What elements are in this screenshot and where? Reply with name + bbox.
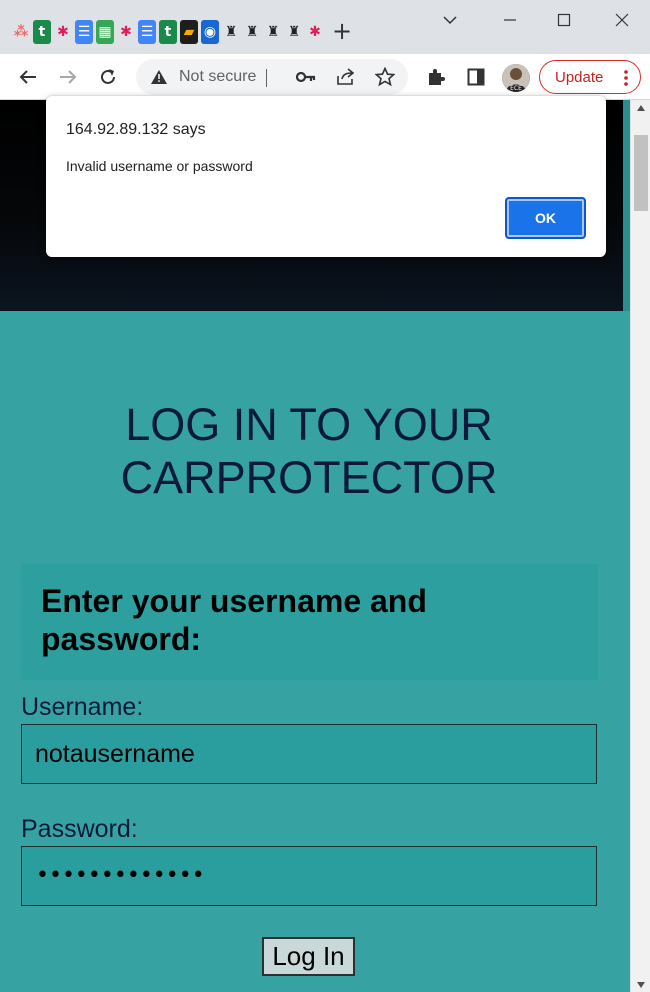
warning-icon <box>151 70 167 84</box>
tab-list: ⁂ t ✱ ☰ ▦ ✱ ☰ t ▰ ◉ ♜ ♜ ♜ ♜ ✱ <box>12 20 324 44</box>
divider <box>266 69 267 87</box>
reload-icon <box>101 69 115 84</box>
stripes-icon[interactable]: ▰ <box>180 20 198 44</box>
page-title: LOG IN TO YOUR CARPROTECTOR <box>0 398 618 504</box>
docs-icon[interactable]: ☰ <box>75 20 93 44</box>
slack-icon[interactable]: ✱ <box>117 20 135 44</box>
asana-icon[interactable]: ⁂ <box>12 20 30 44</box>
password-field[interactable]: ••••••••••••• <box>21 846 597 906</box>
scroll-down-arrow-icon[interactable] <box>637 982 645 988</box>
side-panel-button[interactable] <box>461 62 491 92</box>
svg-text:ECE: ECE <box>510 85 522 92</box>
minimize-button[interactable] <box>490 8 530 32</box>
form-header-text: Enter your username and password: <box>41 583 427 657</box>
maximize-button[interactable] <box>544 8 584 32</box>
reload-button[interactable] <box>93 62 123 92</box>
tab-favicon-icon[interactable]: ♜ <box>243 20 261 44</box>
avatar-icon: ECE <box>502 64 530 92</box>
security-status-text: Not secure <box>179 68 257 85</box>
browser-toolbar: Not secure ECE Update <box>0 54 650 100</box>
puzzle-icon <box>429 69 445 85</box>
address-bar[interactable]: Not secure <box>136 59 408 95</box>
key-icon[interactable] <box>296 69 316 85</box>
dialog-message: Invalid username or password <box>66 158 253 174</box>
close-window-button[interactable] <box>602 8 642 32</box>
tab-favicon-icon[interactable]: ♜ <box>222 20 240 44</box>
docs-icon[interactable]: ☰ <box>138 20 156 44</box>
scroll-up-arrow-icon[interactable] <box>637 105 645 111</box>
trello-icon[interactable]: t <box>159 20 177 44</box>
slack-icon[interactable]: ✱ <box>306 20 324 44</box>
page-title-line-1: LOG IN TO YOUR <box>125 399 493 450</box>
scroll-thumb[interactable] <box>634 135 648 211</box>
maximize-icon <box>557 13 571 27</box>
dialog-ok-button[interactable]: OK <box>505 197 586 239</box>
arrow-left-icon <box>19 70 36 84</box>
trello-icon[interactable]: t <box>33 20 51 44</box>
tab-strip: ⁂ t ✱ ☰ ▦ ✱ ☰ t ▰ ◉ ♜ ♜ ♜ ♜ ✱ + <box>0 0 650 54</box>
chevron-down-icon <box>443 16 457 25</box>
back-button[interactable] <box>13 62 43 92</box>
star-icon[interactable] <box>375 67 395 87</box>
username-label: Username: <box>21 693 144 721</box>
extensions-button[interactable] <box>421 62 451 92</box>
page-title-line-2: CARPROTECTOR <box>120 452 498 503</box>
hero-edge <box>623 100 630 311</box>
slack-icon[interactable]: ✱ <box>54 20 72 44</box>
password-mask: ••••••••••••• <box>36 863 205 888</box>
tab-favicon-icon[interactable]: ♜ <box>285 20 303 44</box>
dialog-origin: 164.92.89.132 says <box>66 121 206 138</box>
sheets-icon[interactable]: ▦ <box>96 20 114 44</box>
more-vert-icon <box>624 70 628 86</box>
username-field[interactable] <box>21 724 597 784</box>
close-icon <box>615 13 629 27</box>
arrow-right-icon <box>60 70 77 84</box>
tab-favicon-icon[interactable]: ♜ <box>264 20 282 44</box>
form-header: Enter your username and password: <box>21 564 598 680</box>
site-icon[interactable]: ◉ <box>201 20 219 44</box>
page-scrollbar[interactable] <box>630 100 650 992</box>
new-tab-button[interactable]: + <box>331 19 353 43</box>
alert-dialog: 164.92.89.132 says Invalid username or p… <box>46 96 606 257</box>
update-label: Update <box>555 69 604 86</box>
password-label: Password: <box>21 815 138 843</box>
login-button[interactable]: Log In <box>262 937 355 976</box>
forward-button[interactable] <box>53 62 83 92</box>
tab-search-button[interactable] <box>430 8 470 32</box>
update-button[interactable]: Update <box>539 60 641 94</box>
share-icon[interactable] <box>336 68 356 86</box>
side-panel-icon <box>467 68 485 86</box>
profile-avatar[interactable]: ECE <box>502 64 530 92</box>
minimize-icon <box>504 19 516 21</box>
